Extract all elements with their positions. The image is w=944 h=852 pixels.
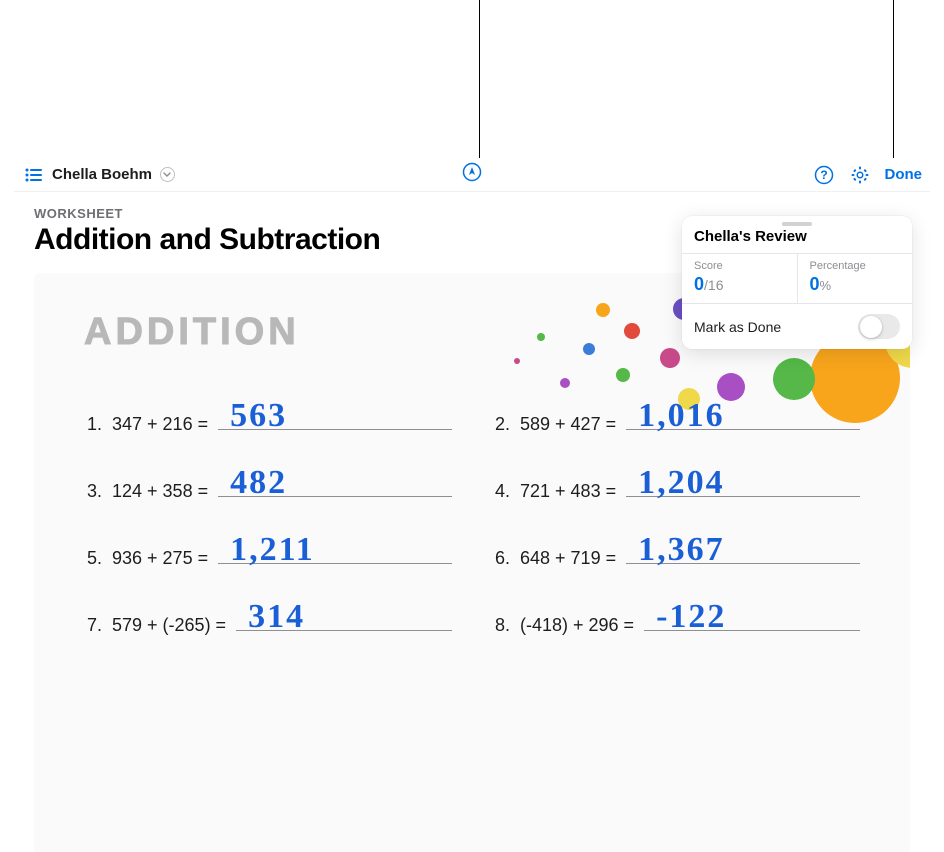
handwritten-answer: -122 [656, 598, 726, 636]
mark-done-row: Mark as Done [682, 304, 912, 349]
problem-row: 3. 124 + 358 = 482 [84, 477, 452, 502]
panel-grabber[interactable] [782, 222, 812, 226]
done-button[interactable]: Done [885, 166, 923, 183]
problem-row: 7. 579 + (-265) = 314 [84, 611, 452, 636]
score-label: Score [694, 260, 785, 272]
problem-row: 2. 589 + 427 = 1,016 [492, 410, 860, 435]
score-metric[interactable]: Score 0/16 [682, 254, 798, 303]
problem-expression: 347 + 216 = [112, 414, 208, 435]
app-frame: Chella Boehm ? [14, 158, 930, 852]
answer-blank[interactable]: 1,204 [626, 477, 860, 497]
answer-blank[interactable]: 1,211 [218, 544, 452, 564]
problem-number: 6. [492, 548, 510, 569]
answer-blank[interactable]: 1,367 [626, 544, 860, 564]
problems-grid: 1. 347 + 216 = 563 2. 589 + 427 = 1,016 … [84, 410, 860, 636]
percentage-label: Percentage [810, 260, 901, 272]
chevron-down-icon[interactable] [158, 166, 176, 184]
handwritten-answer: 1,367 [638, 531, 725, 569]
mark-done-toggle[interactable] [858, 314, 900, 339]
answer-blank[interactable]: -122 [644, 611, 860, 631]
problem-row: 8. (-418) + 296 = -122 [492, 611, 860, 636]
handwritten-answer: 1,016 [638, 397, 725, 435]
problem-number: 3. [84, 481, 102, 502]
problem-expression: 721 + 483 = [520, 481, 616, 502]
student-name[interactable]: Chella Boehm [52, 166, 152, 183]
score-value: 0/16 [694, 274, 785, 295]
toolbar: Chella Boehm ? [14, 158, 930, 192]
worksheet-body: ADDITION 1. 347 + 216 = 563 2. 589 + 427… [34, 273, 910, 852]
problem-row: 5. 936 + 275 = 1,211 [84, 544, 452, 569]
problem-number: 8. [492, 615, 510, 636]
percentage-unit: % [820, 278, 832, 293]
handwritten-answer: 1,211 [230, 531, 315, 569]
answer-blank[interactable]: 563 [218, 410, 452, 430]
problem-expression: 648 + 719 = [520, 548, 616, 569]
problem-expression: 936 + 275 = [112, 548, 208, 569]
handwritten-answer: 563 [230, 397, 287, 435]
problem-expression: 579 + (-265) = [112, 615, 226, 636]
score-earned: 0 [694, 274, 704, 294]
problem-number: 2. [492, 414, 510, 435]
toggle-knob [860, 316, 882, 338]
markup-icon[interactable] [462, 162, 482, 187]
handwritten-answer: 314 [248, 598, 305, 636]
problem-expression: (-418) + 296 = [520, 615, 634, 636]
answer-blank[interactable]: 482 [218, 477, 452, 497]
problem-expression: 589 + 427 = [520, 414, 616, 435]
review-metrics: Score 0/16 Percentage 0% [682, 253, 912, 304]
answer-blank[interactable]: 1,016 [626, 410, 860, 430]
problem-expression: 124 + 358 = [112, 481, 208, 502]
problem-row: 1. 347 + 216 = 563 [84, 410, 452, 435]
callout-line-top-center [479, 0, 480, 160]
review-title: Chella's Review [682, 228, 912, 253]
help-icon[interactable]: ? [813, 164, 835, 186]
problem-row: 4. 721 + 483 = 1,204 [492, 477, 860, 502]
problem-row: 6. 648 + 719 = 1,367 [492, 544, 860, 569]
score-total: /16 [704, 277, 723, 293]
mark-done-label: Mark as Done [694, 319, 781, 335]
list-icon[interactable] [22, 163, 46, 187]
callout-line-top-right [893, 0, 894, 180]
toolbar-right: ? Done [813, 164, 923, 186]
gear-icon[interactable] [849, 164, 871, 186]
problem-number: 1. [84, 414, 102, 435]
percentage-value: 0% [810, 274, 901, 295]
problem-number: 4. [492, 481, 510, 502]
review-panel: Chella's Review Score 0/16 Percentage 0%… [682, 216, 912, 349]
handwritten-answer: 1,204 [638, 464, 725, 502]
percentage-metric[interactable]: Percentage 0% [798, 254, 913, 303]
problem-number: 5. [84, 548, 102, 569]
svg-text:?: ? [820, 168, 827, 182]
answer-blank[interactable]: 314 [236, 611, 452, 631]
handwritten-answer: 482 [230, 464, 287, 502]
problem-number: 7. [84, 615, 102, 636]
toolbar-left: Chella Boehm [22, 163, 176, 187]
percentage-number: 0 [810, 274, 820, 294]
